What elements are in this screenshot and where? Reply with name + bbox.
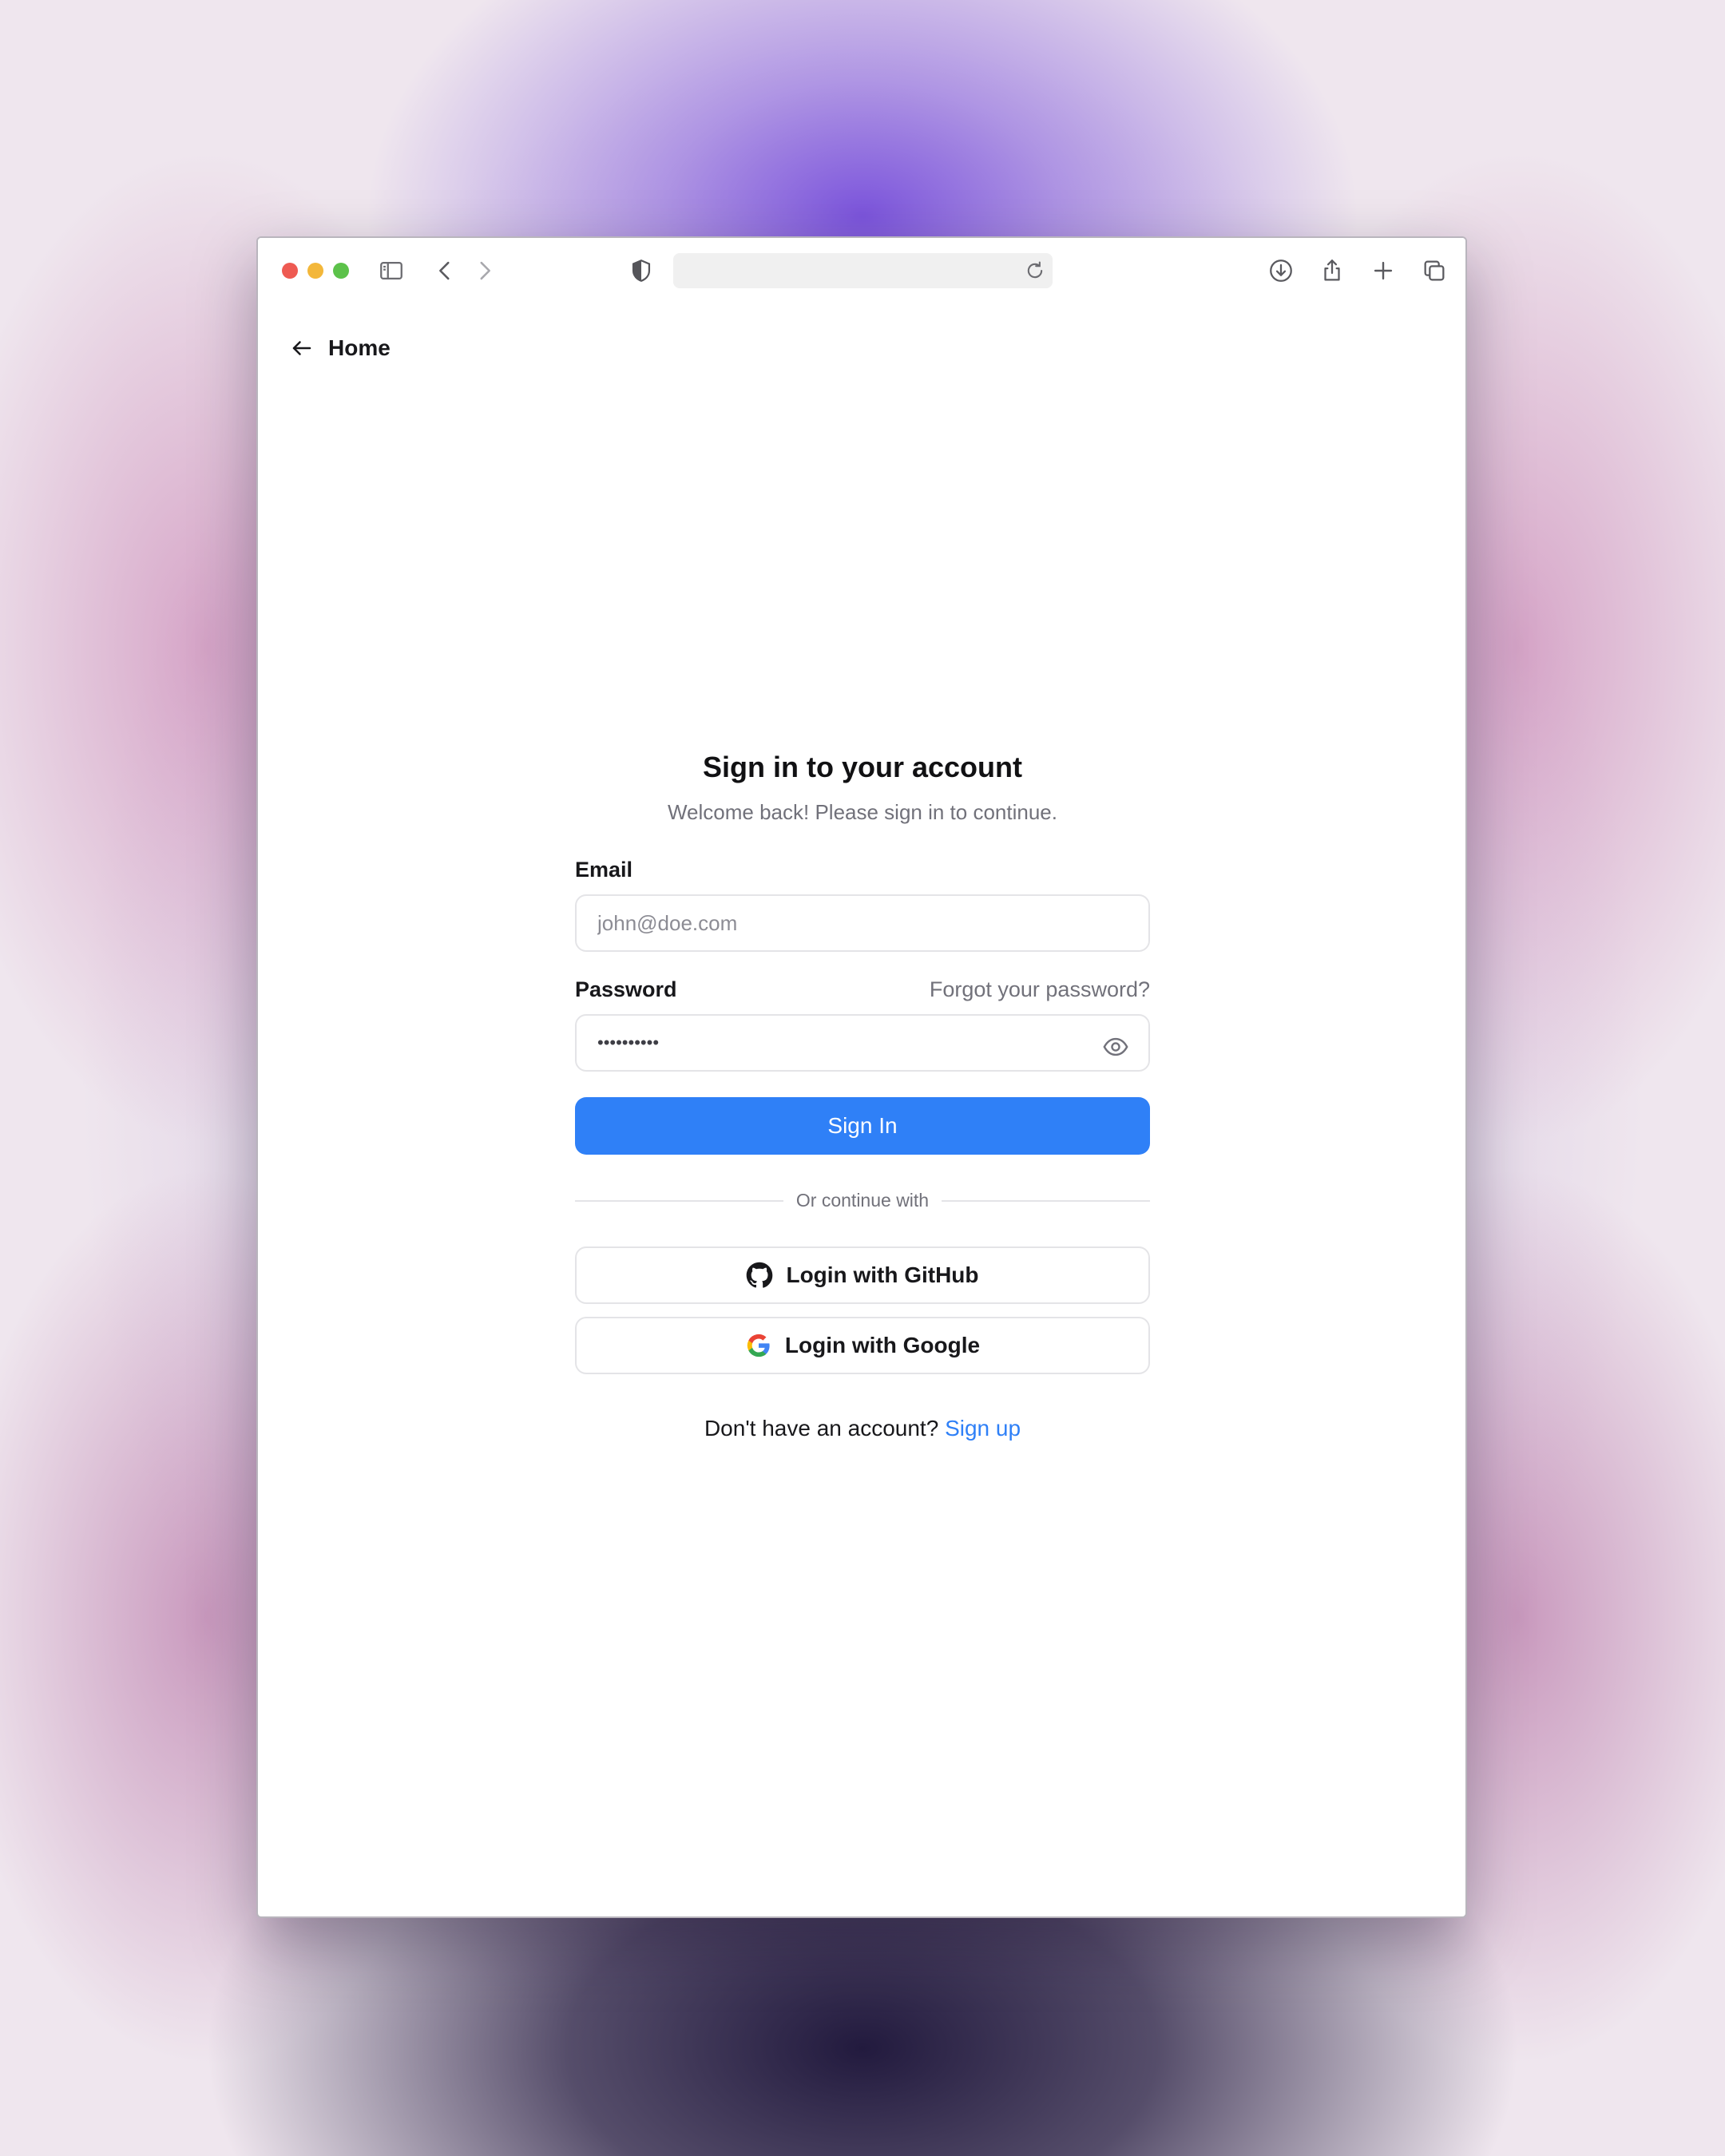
home-link[interactable]: Home bbox=[290, 332, 391, 364]
shield-icon[interactable] bbox=[625, 254, 658, 287]
password-field[interactable]: •••••••••• bbox=[575, 1014, 1150, 1072]
tabs-overview-icon[interactable] bbox=[1418, 254, 1451, 287]
maximize-window-button[interactable] bbox=[333, 263, 349, 279]
sign-in-button[interactable]: Sign In bbox=[575, 1097, 1150, 1155]
sidebar-icon[interactable] bbox=[375, 254, 408, 287]
login-google-button[interactable]: Login with Google bbox=[575, 1317, 1150, 1374]
download-icon[interactable] bbox=[1264, 254, 1298, 287]
login-github-label: Login with GitHub bbox=[786, 1262, 979, 1287]
divider-label: Or continue with bbox=[795, 1190, 930, 1211]
close-window-button[interactable] bbox=[282, 263, 298, 279]
github-icon bbox=[747, 1262, 773, 1288]
page-title: Sign in to your account bbox=[702, 751, 1022, 783]
email-label: Email bbox=[575, 858, 633, 882]
forgot-password-link[interactable]: Forgot your password? bbox=[930, 976, 1150, 1003]
page-subtitle: Welcome back! Please sign in to continue… bbox=[667, 800, 1057, 824]
forward-icon[interactable] bbox=[468, 254, 502, 287]
signup-prompt-text: Don't have an account? bbox=[704, 1416, 939, 1441]
back-icon[interactable] bbox=[428, 254, 462, 287]
signup-prompt: Don't have an account? Sign up bbox=[575, 1416, 1150, 1441]
sign-up-link[interactable]: Sign up bbox=[945, 1416, 1021, 1441]
minimize-window-button[interactable] bbox=[307, 263, 323, 279]
password-value: •••••••••• bbox=[597, 1032, 660, 1052]
browser-toolbar bbox=[258, 238, 1465, 302]
reload-icon[interactable] bbox=[1024, 260, 1046, 282]
login-google-label: Login with Google bbox=[784, 1333, 981, 1357]
address-bar[interactable] bbox=[673, 253, 1053, 288]
email-field[interactable] bbox=[575, 894, 1150, 952]
divider-line-right bbox=[942, 1199, 1151, 1202]
google-icon bbox=[747, 1334, 770, 1357]
signin-form: Sign in to your account Welcome back! Pl… bbox=[575, 749, 1151, 1441]
home-link-label: Home bbox=[328, 335, 391, 360]
show-password-icon[interactable] bbox=[1102, 1033, 1129, 1060]
share-icon[interactable] bbox=[1315, 254, 1349, 287]
login-github-button[interactable]: Login with GitHub bbox=[575, 1246, 1150, 1304]
new-tab-icon[interactable] bbox=[1366, 254, 1400, 287]
or-divider: Or continue with bbox=[575, 1190, 1151, 1211]
browser-window: Home Sign in to your account Welcome bac… bbox=[256, 236, 1467, 1918]
divider-line-left bbox=[575, 1199, 783, 1202]
arrow-left-icon bbox=[292, 341, 311, 355]
password-label: Password bbox=[575, 977, 677, 1001]
